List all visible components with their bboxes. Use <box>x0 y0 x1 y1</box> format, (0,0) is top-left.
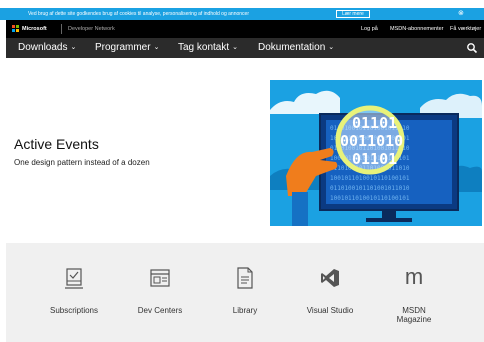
nav-dokumentation-label: Dokumentation <box>258 42 326 53</box>
microsoft-brand[interactable]: Microsoft <box>22 26 47 32</box>
art-text-2: 0011010 <box>340 132 403 150</box>
top-header: Microsoft Developer Network Log på MSDN-… <box>6 20 484 38</box>
close-icon[interactable]: ⊗ <box>458 10 464 18</box>
library-label: Library <box>232 306 258 315</box>
hero-subtitle: One design pattern instead of a dozen <box>14 158 150 167</box>
visual-studio-label: Visual Studio <box>306 306 354 315</box>
dev-centers-label: Dev Centers <box>137 306 183 315</box>
msdn-magazine-label: MSDN Magazine <box>396 306 432 324</box>
nav-tag-kontakt[interactable]: Tag kontakt ⌄ <box>178 42 238 53</box>
quick-links: Subscriptions Dev Centers Library Visual… <box>6 243 484 342</box>
art-text-3: 01101 <box>352 150 397 168</box>
header-divider <box>61 24 62 34</box>
chevron-down-icon: ⌄ <box>70 44 77 51</box>
svg-text:1001011010010110100101: 1001011010010110100101 <box>330 175 410 182</box>
site-name[interactable]: Developer Network <box>68 26 115 32</box>
subscriptions-link[interactable]: Subscriptions <box>34 267 114 315</box>
microsoft-logo-icon[interactable] <box>12 25 19 32</box>
dev-centers-icon <box>150 269 170 287</box>
cookie-banner: Ved brug af dette site godkendes brug af… <box>0 8 484 20</box>
chevron-down-icon: ⌄ <box>153 44 160 51</box>
sign-in-link[interactable]: Log på <box>361 26 378 32</box>
msdn-magazine-link[interactable]: m MSDN Magazine <box>374 264 454 325</box>
subscriptions-label: Subscriptions <box>49 306 99 315</box>
svg-text:0110100101101001011010: 0110100101101001011010 <box>330 185 410 192</box>
learn-more-button[interactable]: Lær mere <box>336 10 370 18</box>
main-nav: Downloads ⌄ Programmer ⌄ Tag kontakt ⌄ Doku… <box>6 38 484 58</box>
document-icon <box>237 267 253 289</box>
nav-dokumentation[interactable]: Dokumentation ⌄ <box>258 42 334 53</box>
hero-illustration[interactable]: 0110100101101001011010 10010110100101101… <box>270 80 482 226</box>
chevron-down-icon: ⌄ <box>232 44 239 51</box>
checklist-icon <box>65 268 83 289</box>
cookie-text: Ved brug af dette site godkendes brug af… <box>28 11 249 17</box>
get-tools-link[interactable]: Få værktøjer <box>450 26 481 32</box>
svg-text:1001011010010110100101: 1001011010010110100101 <box>330 195 410 202</box>
visual-studio-link[interactable]: Visual Studio <box>290 267 370 315</box>
chevron-down-icon: ⌄ <box>328 44 335 51</box>
nav-downloads[interactable]: Downloads ⌄ <box>18 42 76 53</box>
nav-tag-kontakt-label: Tag kontakt <box>178 42 230 53</box>
hero-title[interactable]: Active Events <box>14 136 99 152</box>
msdn-subscriptions-link[interactable]: MSDN-abonnementer <box>390 26 444 32</box>
visual-studio-icon <box>321 269 339 287</box>
dev-centers-link[interactable]: Dev Centers <box>120 267 200 315</box>
magazine-m-icon: m <box>404 264 424 289</box>
hero-section: Active Events One design pattern instead… <box>0 58 484 238</box>
nav-programmer[interactable]: Programmer ⌄ <box>95 42 159 53</box>
nav-programmer-label: Programmer <box>95 42 151 53</box>
art-text-1: 01101 <box>352 114 397 132</box>
library-link[interactable]: Library <box>205 267 285 315</box>
nav-downloads-label: Downloads <box>18 42 68 53</box>
search-icon[interactable] <box>466 42 478 54</box>
